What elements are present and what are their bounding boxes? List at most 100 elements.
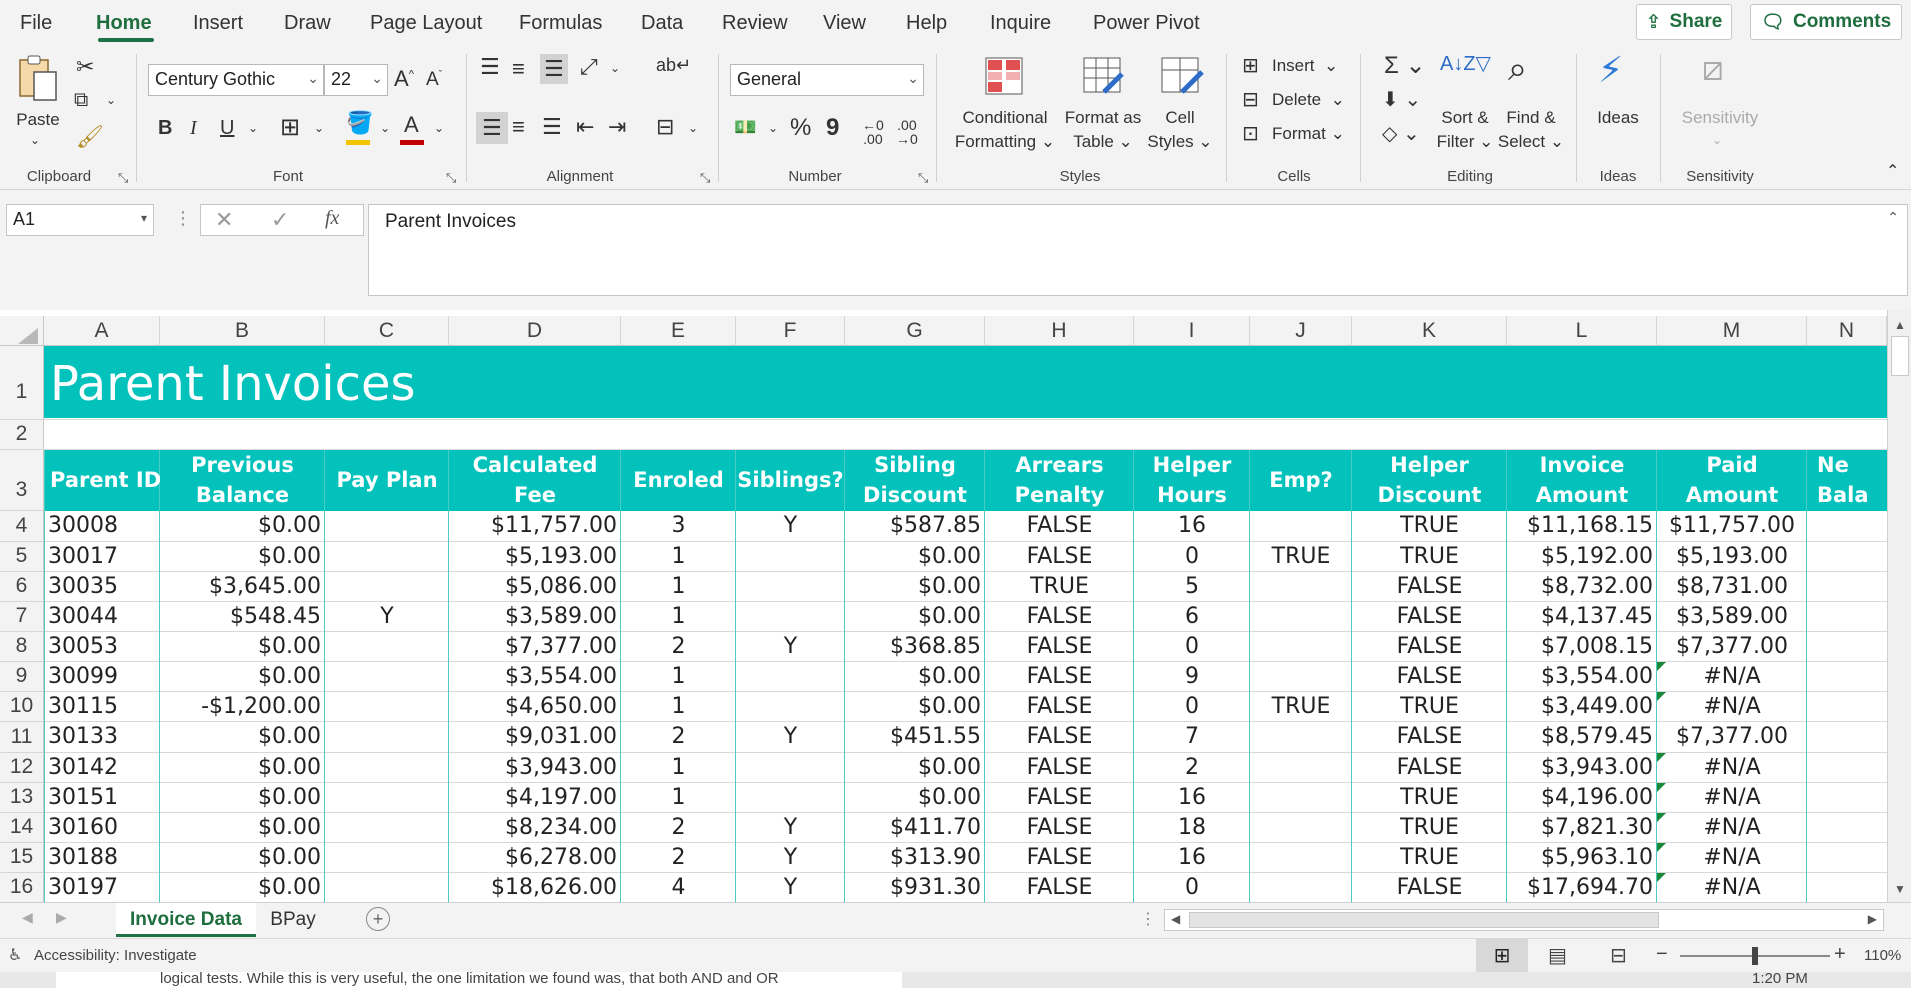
data-cell[interactable]: $4,197.00 — [449, 783, 621, 813]
row-header-8[interactable]: 8 — [0, 632, 44, 662]
insert-function-icon[interactable]: fx — [325, 207, 339, 230]
font-launcher-icon[interactable]: ⤡ — [446, 170, 456, 186]
data-cell[interactable] — [325, 632, 449, 662]
row-header-3[interactable]: 3 — [0, 450, 44, 511]
data-cell[interactable]: 2 — [621, 722, 736, 753]
error-indicator-icon[interactable] — [1657, 843, 1666, 852]
data-cell[interactable] — [325, 783, 449, 813]
zoom-out-icon[interactable]: − — [1656, 943, 1668, 966]
data-cell[interactable]: $0.00 — [160, 873, 325, 902]
data-cell[interactable]: 30133 — [44, 722, 160, 753]
font-size-combo[interactable]: 22 ⌄ — [324, 64, 388, 96]
data-cell[interactable]: $3,449.00 — [1507, 692, 1657, 722]
format-as-table-button[interactable]: Format as Table ⌄ — [1058, 106, 1148, 154]
data-cell[interactable]: FALSE — [985, 542, 1134, 572]
data-cell[interactable]: $5,963.10 — [1507, 843, 1657, 873]
data-cell[interactable]: $3,943.00 — [449, 753, 621, 783]
data-cell[interactable]: $8,732.00 — [1507, 572, 1657, 602]
insert-cells-button[interactable]: Insert ⌄ — [1272, 56, 1338, 76]
data-cell[interactable]: $3,645.00 — [160, 572, 325, 602]
data-cell[interactable]: $3,554.00 — [1507, 662, 1657, 692]
autosum-icon[interactable]: Σ ⌄ — [1384, 54, 1426, 78]
data-cell[interactable]: 1 — [621, 753, 736, 783]
data-cell[interactable]: FALSE — [1352, 722, 1507, 753]
data-cell[interactable]: $0.00 — [845, 753, 985, 783]
row-header-15[interactable]: 15 — [0, 843, 44, 873]
header-cell-d[interactable]: Calculated Fee — [449, 450, 621, 510]
worksheet-grid[interactable]: A B C D E F G H I J K L M N 1 2 3 4 5 6 7 8 9 10 11 12 13 14 15 16 Par… — [0, 310, 1911, 902]
italic-button[interactable]: I — [190, 118, 197, 138]
sort-filter-icon[interactable]: A↓Z▽ — [1440, 54, 1491, 74]
data-cell[interactable]: $5,193.00 — [1657, 542, 1807, 572]
zoom-in-icon[interactable]: + — [1834, 943, 1846, 966]
data-cell[interactable]: $4,196.00 — [1507, 783, 1657, 813]
number-format-combo[interactable]: General ⌄ — [730, 64, 924, 96]
data-cell[interactable] — [325, 753, 449, 783]
cut-icon[interactable]: ✂ — [76, 56, 94, 78]
normal-view-icon[interactable]: ⊞ — [1476, 939, 1528, 973]
row-header-12[interactable]: 12 — [0, 753, 44, 783]
align-center-icon[interactable]: ≡ — [512, 116, 525, 138]
scroll-down-icon[interactable]: ▼ — [1894, 882, 1906, 896]
data-cell[interactable] — [325, 813, 449, 843]
data-cell[interactable]: FALSE — [985, 843, 1134, 873]
column-header-h[interactable]: H — [985, 316, 1134, 346]
data-cell[interactable]: $313.90 — [845, 843, 985, 873]
data-cell[interactable]: $11,757.00 — [1657, 511, 1807, 542]
data-cell[interactable]: $0.00 — [160, 813, 325, 843]
row-header-10[interactable]: 10 — [0, 692, 44, 722]
data-cell[interactable]: FALSE — [985, 783, 1134, 813]
error-indicator-icon[interactable] — [1657, 753, 1666, 762]
fill-dropdown-icon[interactable]: ⌄ — [380, 122, 390, 134]
format-as-table-icon[interactable] — [1082, 56, 1126, 100]
accounting-format-icon[interactable]: 💵 — [734, 118, 756, 136]
data-cell[interactable]: $0.00 — [160, 632, 325, 662]
data-cell[interactable]: $0.00 — [845, 572, 985, 602]
row-header-16[interactable]: 16 — [0, 873, 44, 902]
row-header-4[interactable]: 4 — [0, 511, 44, 542]
header-cell-m[interactable]: Paid Amount — [1657, 450, 1807, 510]
next-sheet-icon[interactable]: ▶ — [56, 909, 67, 926]
data-cell[interactable]: $0.00 — [845, 662, 985, 692]
format-painter-icon[interactable]: 🖌 — [76, 126, 104, 148]
conditional-formatting-icon[interactable] — [984, 56, 1024, 100]
data-cell[interactable]: 7 — [1134, 722, 1250, 753]
data-cell[interactable]: #N/A — [1657, 753, 1807, 783]
data-cell[interactable]: FALSE — [985, 602, 1134, 632]
orientation-dropdown-icon[interactable]: ⌄ — [610, 62, 620, 74]
data-cell[interactable] — [325, 692, 449, 722]
header-cell-a[interactable]: Parent ID — [44, 465, 160, 495]
data-cell[interactable] — [325, 572, 449, 602]
data-cell[interactable]: 30142 — [44, 753, 160, 783]
data-cell[interactable]: 2 — [1134, 753, 1250, 783]
borders-icon[interactable]: ⊞ — [280, 116, 300, 140]
insert-cells-icon[interactable]: ⊞ — [1242, 56, 1259, 76]
horizontal-scrollbar[interactable]: ◀ ▶ — [1164, 909, 1884, 931]
data-cell[interactable]: FALSE — [985, 722, 1134, 753]
header-cell-h[interactable]: Arrears Penalty — [985, 450, 1134, 510]
page-break-view-icon[interactable]: ⊟ — [1610, 943, 1627, 968]
page-layout-view-icon[interactable]: ▤ — [1548, 943, 1567, 968]
data-cell[interactable]: $7,008.15 — [1507, 632, 1657, 662]
data-cell[interactable] — [1250, 843, 1352, 873]
data-cell[interactable]: 1 — [621, 602, 736, 632]
copy-icon[interactable]: ⧉ — [74, 90, 88, 110]
data-cell[interactable]: 30044 — [44, 602, 160, 632]
row-header-9[interactable]: 9 — [0, 662, 44, 692]
data-cell[interactable]: 30151 — [44, 783, 160, 813]
comma-style-button[interactable]: 9 — [826, 116, 839, 140]
row-header-5[interactable]: 5 — [0, 542, 44, 572]
data-cell[interactable]: $587.85 — [845, 511, 985, 542]
data-cell[interactable]: FALSE — [985, 813, 1134, 843]
share-button[interactable]: ⇪ Share — [1636, 4, 1732, 40]
data-cell[interactable]: FALSE — [985, 632, 1134, 662]
data-cell[interactable]: 30035 — [44, 572, 160, 602]
data-cell[interactable]: $8,731.00 — [1657, 572, 1807, 602]
data-cell[interactable]: TRUE — [1352, 843, 1507, 873]
header-cell-f[interactable]: Siblings? — [736, 465, 845, 495]
data-cell[interactable] — [325, 873, 449, 902]
column-header-e[interactable]: E — [621, 316, 736, 346]
cell-styles-icon[interactable] — [1160, 56, 1204, 100]
data-cell[interactable]: TRUE — [1352, 813, 1507, 843]
data-cell[interactable]: TRUE — [1352, 692, 1507, 722]
